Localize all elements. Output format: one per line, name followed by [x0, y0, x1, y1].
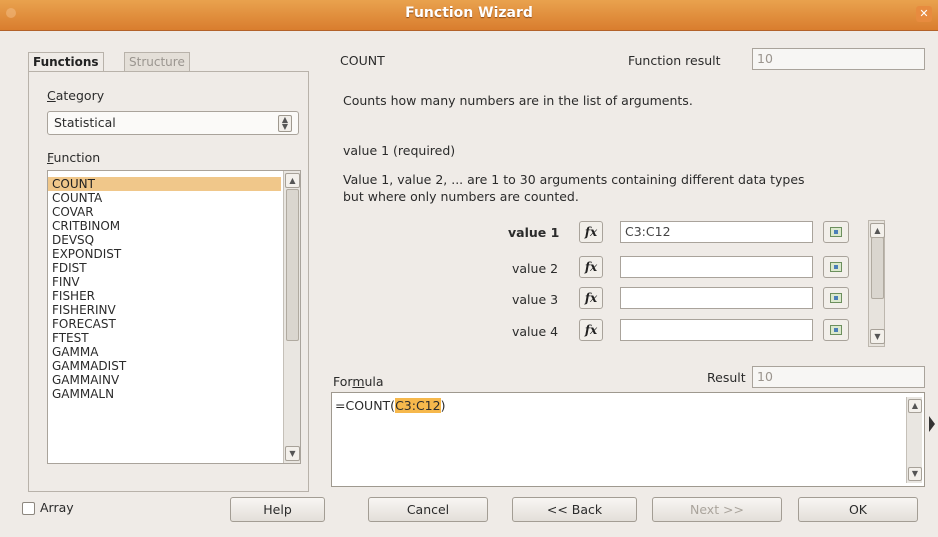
shrink-button[interactable]: [823, 221, 849, 243]
scroll-up-icon[interactable]: ▲: [870, 223, 885, 238]
shrink-icon: [830, 293, 842, 303]
formula-editor[interactable]: =COUNT(C3:C12) ▲ ▼: [331, 392, 925, 487]
list-item[interactable]: FISHER: [52, 289, 95, 303]
scroll-down-icon[interactable]: ▼: [908, 467, 922, 481]
argument-label: value 1: [508, 225, 560, 240]
updown-arrows-icon: ▲ ▼: [278, 115, 292, 132]
shrink-button[interactable]: [823, 319, 849, 341]
argument-description-line2: but where only numbers are counted.: [343, 189, 579, 204]
argument-label: value 4: [512, 324, 559, 339]
shrink-icon: [830, 227, 842, 237]
list-item[interactable]: COUNTA: [52, 191, 102, 205]
fx-icon[interactable]: fx: [579, 256, 603, 278]
scroll-up-icon[interactable]: ▲: [908, 399, 922, 413]
list-item[interactable]: EXPONDIST: [52, 247, 121, 261]
tab-structure[interactable]: Structure: [124, 52, 190, 72]
shrink-icon: [830, 325, 842, 335]
list-item[interactable]: FTEST: [52, 331, 89, 345]
function-result-field: 10: [752, 48, 925, 70]
result-label: Result: [707, 370, 746, 385]
shrink-button[interactable]: [823, 287, 849, 309]
list-item[interactable]: FISHERINV: [52, 303, 116, 317]
function-label: Function: [47, 150, 101, 165]
tab-functions[interactable]: Functions: [28, 52, 104, 73]
help-button[interactable]: Help: [230, 497, 325, 522]
function-list-scrollbar[interactable]: ▲ ▼: [283, 171, 300, 463]
scroll-thumb[interactable]: [286, 189, 299, 341]
argument-input[interactable]: [620, 256, 813, 278]
list-item[interactable]: FINV: [52, 275, 80, 289]
function-result-label: Function result: [628, 53, 721, 68]
list-item[interactable]: GAMMA: [52, 345, 98, 359]
list-item[interactable]: FDIST: [52, 261, 87, 275]
next-button: Next >>: [652, 497, 782, 522]
scroll-down-icon[interactable]: ▼: [285, 446, 300, 461]
list-item[interactable]: CRITBINOM: [52, 219, 120, 233]
category-label: Category: [47, 88, 105, 103]
list-item[interactable]: FORECAST: [52, 317, 116, 331]
argument-label: value 2: [512, 261, 559, 276]
fx-icon[interactable]: fx: [579, 319, 603, 341]
mouse-cursor-icon: [929, 416, 935, 432]
argument-description-line1: Value 1, value 2, ... are 1 to 30 argume…: [343, 172, 805, 187]
fx-icon[interactable]: fx: [579, 287, 603, 309]
formula-label: Formula: [333, 374, 384, 389]
argument-label: value 3: [512, 292, 559, 307]
array-label[interactable]: Array: [40, 500, 74, 515]
scroll-down-icon[interactable]: ▼: [870, 329, 885, 344]
scroll-up-icon[interactable]: ▲: [285, 173, 300, 188]
argument-input[interactable]: C3:C12: [620, 221, 813, 243]
window-title: Function Wizard: [405, 5, 533, 21]
function-wizard-dialog: Function Wizard ✕ Functions Structure Ca…: [0, 0, 938, 537]
list-item[interactable]: GAMMADIST: [52, 359, 126, 373]
list-item[interactable]: GAMMALN: [52, 387, 114, 401]
close-icon[interactable]: ✕: [916, 6, 932, 22]
function-list[interactable]: COUNT COUNTA COVAR CRITBINOM DEVSQ EXPON…: [47, 170, 301, 464]
scroll-thumb[interactable]: [871, 237, 884, 299]
formula-scrollbar[interactable]: ▲ ▼: [906, 397, 922, 483]
arguments-scrollbar[interactable]: ▲ ▼: [868, 220, 885, 347]
argument-input[interactable]: [620, 319, 813, 341]
formula-highlight: C3:C12: [395, 398, 441, 413]
array-checkbox[interactable]: [22, 502, 35, 515]
result-field: 10: [752, 366, 925, 388]
function-description: Counts how many numbers are in the list …: [343, 93, 693, 108]
argument-input[interactable]: [620, 287, 813, 309]
list-item[interactable]: DEVSQ: [52, 233, 94, 247]
fx-icon[interactable]: fx: [579, 221, 603, 243]
formula-text[interactable]: =COUNT(C3:C12): [335, 398, 445, 413]
list-item[interactable]: GAMMAINV: [52, 373, 119, 387]
function-name: COUNT: [340, 53, 385, 68]
list-item[interactable]: COUNT: [48, 177, 281, 191]
title-bar: Function Wizard ✕: [0, 0, 938, 31]
list-item[interactable]: COVAR: [52, 205, 94, 219]
cancel-button[interactable]: Cancel: [368, 497, 488, 522]
back-button[interactable]: << Back: [512, 497, 637, 522]
shrink-button[interactable]: [823, 256, 849, 278]
shrink-icon: [830, 262, 842, 272]
ok-button[interactable]: OK: [798, 497, 918, 522]
argument-heading: value 1 (required): [343, 143, 456, 158]
category-value: Statistical: [54, 115, 116, 130]
category-select[interactable]: Statistical ▲ ▼: [47, 111, 299, 135]
